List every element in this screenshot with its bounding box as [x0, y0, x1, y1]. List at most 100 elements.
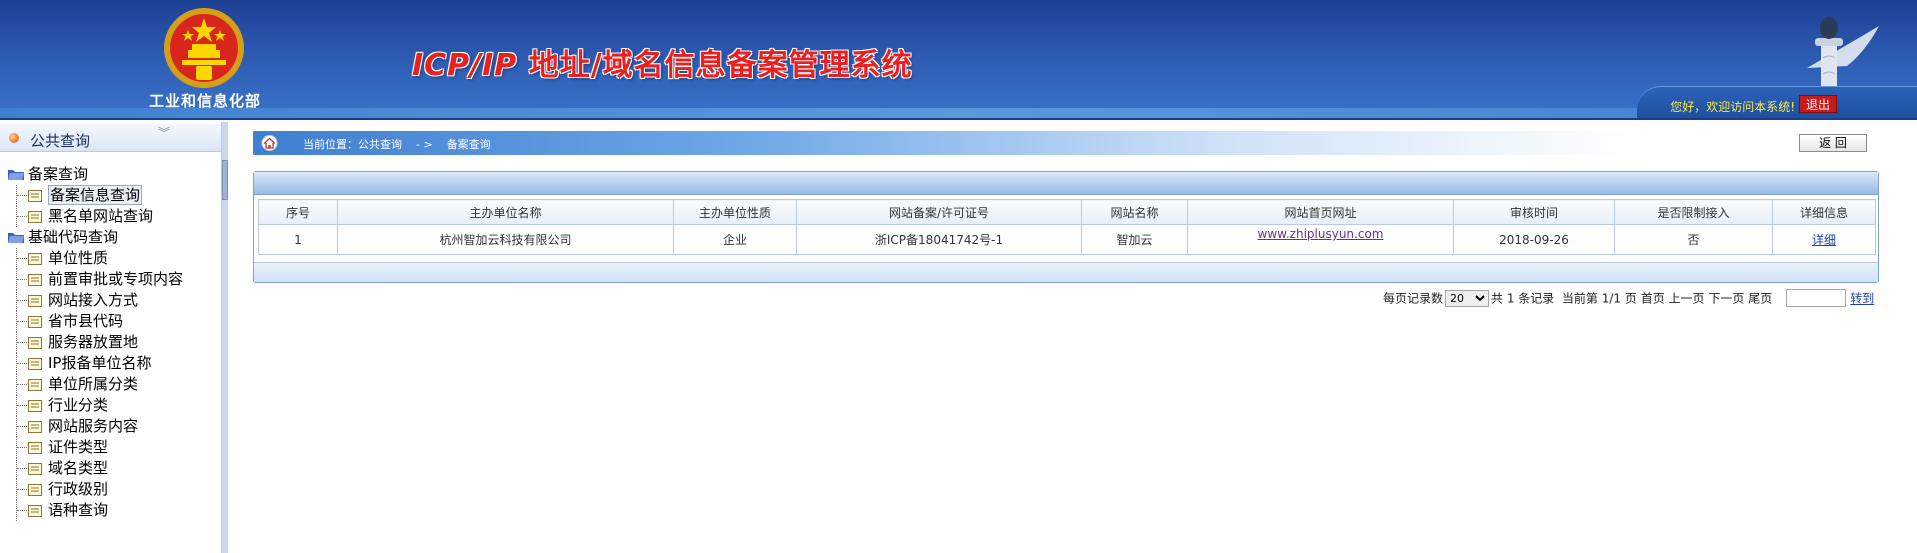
cell-site-name: 智加云: [1081, 224, 1188, 255]
homepage-link[interactable]: www.zhiplusyun.com: [1258, 227, 1384, 241]
goto-page-input[interactable]: [1786, 289, 1847, 307]
col-header-access-restricted: 是否限制接入: [1614, 199, 1773, 225]
document-icon: [28, 337, 42, 349]
document-icon: [28, 421, 42, 433]
tree-item-service-content[interactable]: 网站服务内容: [0, 416, 221, 437]
col-header-homepage-url: 网站首页网址: [1187, 199, 1454, 225]
per-page-select[interactable]: 20: [1445, 289, 1490, 307]
document-icon: [28, 358, 42, 370]
prev-page-link[interactable]: 上一页: [1669, 292, 1705, 306]
cell-sponsor-name: 杭州智加云科技有限公司: [337, 224, 674, 255]
app-header: 工业和信息化部 ICP/IP 地址/域名信息备案管理系统 您好，欢迎访问本系统!…: [0, 0, 1917, 120]
document-icon: [28, 274, 42, 286]
tree-item-label: 前置审批或专项内容: [48, 270, 184, 288]
system-title-latin: ICP/IP: [412, 48, 518, 83]
nav-tree: 备案查询 备案信息查询 黑名单网站查询 基础代码查询 单位性质 前置审批或专项内…: [0, 152, 221, 521]
tree-item-industry[interactable]: 行业分类: [0, 395, 221, 416]
tree-item-label: 省市县代码: [48, 312, 124, 330]
tree-item-label: IP报备单位名称: [48, 354, 152, 372]
results-footer: [254, 262, 1878, 282]
cell-details: 详细: [1772, 224, 1876, 255]
tree-group-filing-query[interactable]: 备案查询: [0, 164, 221, 185]
tree-item-ip-filing-unit[interactable]: IP报备单位名称: [0, 353, 221, 374]
col-header-review-date: 审核时间: [1453, 199, 1615, 225]
breadcrumb-text: 当前位置：公共查询 - > 备案查询: [303, 138, 491, 151]
tree-item-blacklist-query[interactable]: 黑名单网站查询: [0, 206, 221, 227]
tree-item-label: 域名类型: [48, 459, 109, 477]
total-records: 共 1 条记录: [1491, 291, 1555, 306]
document-icon: [28, 442, 42, 454]
tree-item-label: 黑名单网站查询: [48, 207, 154, 225]
system-title-cn: 地址/域名信息备案管理系统: [517, 48, 913, 83]
folder-icon: [8, 233, 24, 243]
col-header-index: 序号: [258, 199, 338, 225]
tree-item-access-method[interactable]: 网站接入方式: [0, 290, 221, 311]
document-icon: [28, 253, 42, 265]
sidebar-header[interactable]: 公共查询 ︾: [0, 124, 221, 152]
cell-homepage-url: www.zhiplusyun.com: [1187, 224, 1454, 255]
current-page: 当前第 1/1 页: [1561, 291, 1637, 306]
tree-item-label: 语种查询: [48, 501, 109, 519]
tree-item-admin-level[interactable]: 行政级别: [0, 479, 221, 500]
back-button[interactable]: 返 回: [1799, 134, 1867, 152]
col-header-details: 详细信息: [1772, 199, 1876, 225]
national-emblem-icon: [164, 8, 244, 88]
tree-item-id-type[interactable]: 证件类型: [0, 437, 221, 458]
document-icon: [28, 505, 42, 517]
document-icon: [28, 484, 42, 496]
col-header-site-name: 网站名称: [1081, 199, 1188, 225]
tree-group-base-code-query[interactable]: 基础代码查询: [0, 227, 221, 248]
tree-group-label: 备案查询: [28, 165, 89, 183]
splitter-grip[interactable]: [222, 160, 228, 200]
tree-item-unit-category[interactable]: 单位所属分类: [0, 374, 221, 395]
header-stripe: [0, 108, 1917, 118]
tree-item-label: 行政级别: [48, 480, 109, 498]
tree-item-label: 行业分类: [48, 396, 109, 414]
tree-item-label: 服务器放置地: [48, 333, 139, 351]
collapse-chevron-icon[interactable]: ︾: [158, 127, 170, 139]
col-header-sponsor-nature: 主办单位性质: [673, 199, 797, 225]
tree-item-domain-type[interactable]: 域名类型: [0, 458, 221, 479]
cell-sponsor-nature: 企业: [673, 224, 797, 255]
orange-dot-icon: [9, 133, 19, 143]
cell-index: 1: [258, 224, 338, 255]
logout-button[interactable]: 退出: [1799, 95, 1837, 113]
sidebar-splitter[interactable]: [222, 122, 228, 553]
tree-item-region-code[interactable]: 省市县代码: [0, 311, 221, 332]
document-icon: [28, 316, 42, 328]
breadcrumb: 当前位置：公共查询 - > 备案查询: [253, 131, 1875, 155]
col-header-license-no: 网站备案/许可证号: [796, 199, 1082, 225]
tree-item-label: 备案信息查询: [48, 185, 143, 205]
system-title: ICP/IP 地址/域名信息备案管理系统: [412, 40, 913, 84]
folder-icon: [8, 170, 24, 180]
per-page-label: 每页记录数: [1383, 291, 1444, 306]
home-icon: [261, 135, 278, 151]
table-header-row: 序号 主办单位名称 主办单位性质 网站备案/许可证号 网站名称 网站首页网址 审…: [258, 199, 1876, 225]
last-page-link[interactable]: 尾页: [1748, 292, 1772, 306]
tree-item-server-location[interactable]: 服务器放置地: [0, 332, 221, 353]
document-icon: [28, 379, 42, 391]
welcome-text: 您好，欢迎访问本系统!: [1670, 100, 1795, 114]
tree-item-label: 证件类型: [48, 438, 109, 456]
document-icon: [28, 295, 42, 307]
tree-item-label: 单位性质: [48, 249, 109, 267]
details-link[interactable]: 详细: [1812, 233, 1836, 247]
tree-item-pre-approval[interactable]: 前置审批或专项内容: [0, 269, 221, 290]
tree-item-language[interactable]: 语种查询: [0, 500, 221, 521]
next-page-link[interactable]: 下一页: [1708, 292, 1744, 306]
ministry-name: 工业和信息化部: [148, 92, 261, 110]
tree-item-label: 网站服务内容: [48, 417, 139, 435]
goto-link[interactable]: 转到: [1850, 292, 1874, 306]
sidebar-title: 公共查询: [30, 132, 91, 150]
tree-item-unit-nature[interactable]: 单位性质: [0, 248, 221, 269]
sidebar: 公共查询 ︾ 备案查询 备案信息查询 黑名单网站查询 基础代码查询 单位性质 前…: [0, 122, 222, 553]
tree-group-label: 基础代码查询: [28, 228, 119, 246]
results-table: 序号 主办单位名称 主办单位性质 网站备案/许可证号 网站名称 网站首页网址 审…: [258, 199, 1876, 255]
results-caption: [254, 172, 1878, 195]
tree-item-filing-info-query[interactable]: 备案信息查询: [0, 185, 221, 206]
first-page-link[interactable]: 首页: [1641, 292, 1665, 306]
col-header-sponsor-name: 主办单位名称: [337, 199, 674, 225]
document-icon: [28, 190, 42, 202]
cell-review-date: 2018-09-26: [1453, 224, 1615, 255]
table-row: 1 杭州智加云科技有限公司 企业 浙ICP备18041742号-1 智加云 ww…: [258, 224, 1876, 255]
